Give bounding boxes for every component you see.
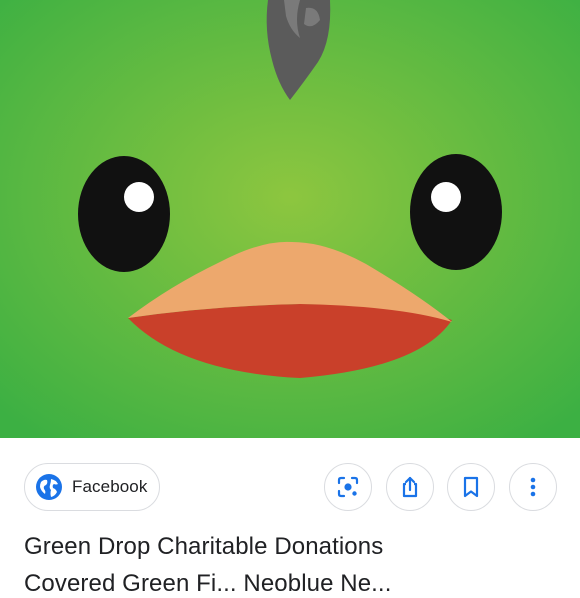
result-subtitle: Covered Green Fi... Neoblue Ne...	[24, 570, 392, 597]
more-button[interactable]	[509, 463, 557, 511]
source-label: Facebook	[72, 477, 148, 496]
source-chip[interactable]: Facebook	[24, 463, 160, 511]
more-vert-icon	[530, 477, 536, 497]
result-title[interactable]: Green Drop Charitable Donations	[24, 533, 383, 561]
result-image[interactable]	[0, 0, 580, 438]
left-eye	[78, 156, 170, 272]
duck-face-image	[0, 0, 580, 438]
lens-button[interactable]	[324, 463, 372, 511]
right-eye	[410, 154, 502, 270]
share-icon	[402, 476, 418, 498]
save-button[interactable]	[447, 463, 495, 511]
bookmark-icon	[463, 476, 479, 498]
lens-icon	[337, 476, 359, 498]
share-button[interactable]	[386, 463, 434, 511]
globe-icon	[35, 473, 63, 501]
result-details: Facebook Green Drop Charitable Donations	[0, 438, 580, 597]
